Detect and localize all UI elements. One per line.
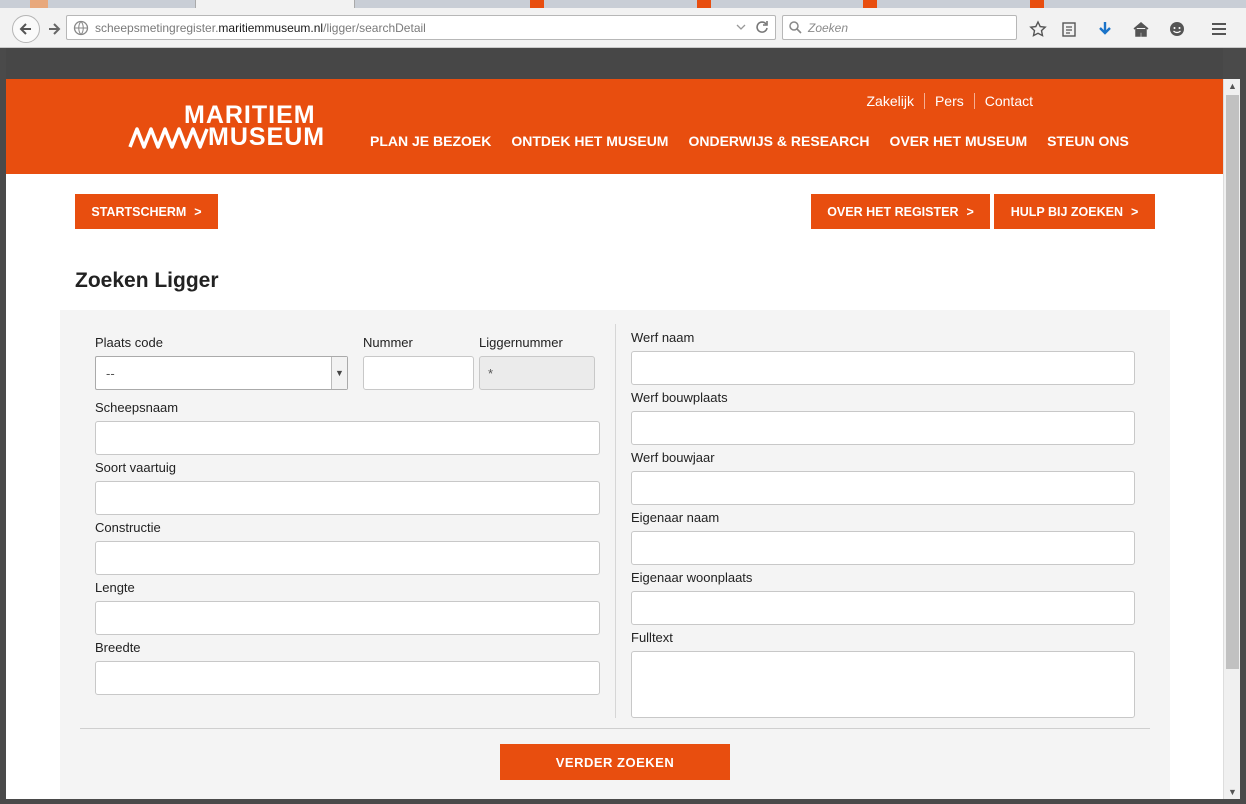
werf-bouwplaats-label: Werf bouwplaats (631, 390, 728, 405)
tab-favicon[interactable] (530, 0, 544, 8)
breedte-label: Breedte (95, 640, 141, 655)
scroll-up-icon[interactable]: ▲ (1228, 81, 1237, 91)
hello-chat-icon[interactable] (1166, 18, 1188, 40)
chevron-right-icon: > (194, 204, 202, 219)
nav-onderwijs-research[interactable]: ONDERWIJS & RESEARCH (688, 133, 869, 149)
url-bar[interactable]: scheepsmetingregister. maritiemmuseum.nl /… (66, 15, 776, 40)
page-viewport: MARITIEM MUSEUM Zakelijk Pers Contact PL… (6, 79, 1223, 799)
liggernummer-value: * (488, 366, 494, 381)
page-title: Zoeken Ligger (75, 269, 219, 292)
nav-steun-ons[interactable]: STEUN ONS (1047, 133, 1129, 149)
soort-vaartuig-label: Soort vaartuig (95, 460, 176, 475)
liggernummer-label: Liggernummer (479, 335, 563, 350)
startscherm-button[interactable]: STARTSCHERM > (75, 194, 218, 229)
over-het-register-label: OVER HET REGISTER (827, 204, 959, 219)
url-prefix: scheepsmetingregister. (95, 20, 219, 35)
form-divider (80, 728, 1150, 729)
bookmark-star-icon[interactable] (1027, 18, 1049, 40)
dark-bar (6, 48, 1223, 79)
nummer-input[interactable] (363, 356, 474, 390)
tab-strip (0, 0, 1246, 8)
chevron-right-icon: > (1130, 204, 1139, 219)
chevron-down-icon: ▼ (331, 357, 347, 389)
reading-list-icon[interactable] (1058, 18, 1080, 40)
scrollbar-thumb[interactable] (1226, 95, 1239, 669)
eigenaar-naam-label: Eigenaar naam (631, 510, 720, 525)
arrow-left-icon (19, 23, 31, 35)
util-nav-zakelijk[interactable]: Zakelijk (856, 93, 923, 109)
tab-favicon[interactable] (863, 0, 877, 8)
reload-icon[interactable] (755, 19, 769, 35)
browser-toolbar: scheepsmetingregister. maritiemmuseum.nl /… (0, 8, 1246, 48)
plaats-code-select[interactable]: -- ▼ (95, 356, 348, 390)
liggernummer-input: * (479, 356, 595, 390)
util-nav-contact[interactable]: Contact (973, 93, 1043, 109)
nav-over-het-museum[interactable]: OVER HET MUSEUM (889, 133, 1027, 149)
eigenaar-naam-input[interactable] (631, 531, 1135, 565)
vertical-scrollbar[interactable]: ▲ ▼ (1223, 79, 1240, 799)
search-bar[interactable]: Zoeken (782, 15, 1017, 40)
search-placeholder: Zoeken (808, 20, 849, 35)
fulltext-textarea[interactable] (631, 651, 1135, 718)
nav-ontdek-het-museum[interactable]: ONTDEK HET MUSEUM (511, 133, 668, 149)
startscherm-label: STARTSCHERM (91, 204, 187, 219)
scroll-down-icon[interactable]: ▼ (1228, 787, 1237, 797)
window-frame-right (1240, 48, 1246, 804)
werf-bouwjaar-input[interactable] (631, 471, 1135, 505)
globe-icon (73, 20, 89, 35)
window-frame-bottom (0, 799, 1246, 804)
url-path: /ligger/searchDetail (323, 20, 426, 35)
werf-bouwjaar-label: Werf bouwjaar (631, 450, 715, 465)
werf-naam-label: Werf naam (631, 330, 695, 345)
logo-text-bottom: MUSEUM (208, 123, 326, 151)
scheepsnaam-label: Scheepsnaam (95, 400, 179, 415)
tab-favicon[interactable] (697, 0, 711, 8)
soort-vaartuig-input[interactable] (95, 481, 600, 515)
werf-naam-input[interactable] (631, 351, 1135, 385)
lengte-label: Lengte (95, 580, 135, 595)
search-form: Plaats code -- ▼ Nummer Liggernummer * S… (60, 310, 1170, 799)
logo-wave-icon (128, 127, 209, 149)
column-divider (615, 324, 616, 718)
download-icon[interactable] (1094, 18, 1116, 40)
tab-favicon-strip[interactable] (30, 0, 48, 8)
hulp-bij-zoeken-button[interactable]: HULP BIJ ZOEKEN > (994, 194, 1155, 229)
main-nav: PLAN JE BEZOEK ONTDEK HET MUSEUM ONDERWI… (370, 133, 1129, 149)
nummer-label: Nummer (363, 335, 413, 350)
eigenaar-woonplaats-input[interactable] (631, 591, 1135, 625)
scheepsnaam-input[interactable] (95, 421, 600, 455)
utility-nav: Zakelijk Pers Contact (856, 93, 1043, 109)
logo[interactable]: MARITIEM MUSEUM (128, 101, 338, 151)
back-button[interactable] (12, 15, 40, 43)
tab-favicon[interactable] (1030, 0, 1044, 8)
plaats-code-value: -- (106, 366, 115, 381)
hamburger-menu-icon[interactable] (1208, 18, 1230, 40)
verder-zoeken-button[interactable]: VERDER ZOEKEN (500, 744, 730, 780)
breedte-input[interactable] (95, 661, 600, 695)
chevron-right-icon: > (966, 204, 974, 219)
lengte-input[interactable] (95, 601, 600, 635)
werf-bouwplaats-input[interactable] (631, 411, 1135, 445)
plaats-code-label: Plaats code (95, 335, 163, 350)
nav-plan-je-bezoek[interactable]: PLAN JE BEZOEK (370, 133, 491, 149)
tab-active[interactable] (195, 0, 355, 8)
dropdown-arrow-icon[interactable] (735, 19, 747, 35)
fulltext-label: Fulltext (631, 630, 673, 645)
util-nav-pers[interactable]: Pers (923, 93, 974, 109)
arrow-right-icon (49, 23, 61, 35)
url-host: maritiemmuseum.nl (218, 20, 324, 35)
over-het-register-button[interactable]: OVER HET REGISTER > (811, 194, 990, 229)
eigenaar-woonplaats-label: Eigenaar woonplaats (631, 570, 753, 585)
site-header: MARITIEM MUSEUM Zakelijk Pers Contact PL… (6, 79, 1223, 174)
constructie-input[interactable] (95, 541, 600, 575)
search-icon (789, 21, 802, 34)
hulp-bij-zoeken-label: HULP BIJ ZOEKEN (1010, 204, 1123, 219)
forward-button[interactable] (41, 16, 67, 42)
constructie-label: Constructie (95, 520, 161, 535)
home-icon[interactable] (1130, 18, 1152, 40)
